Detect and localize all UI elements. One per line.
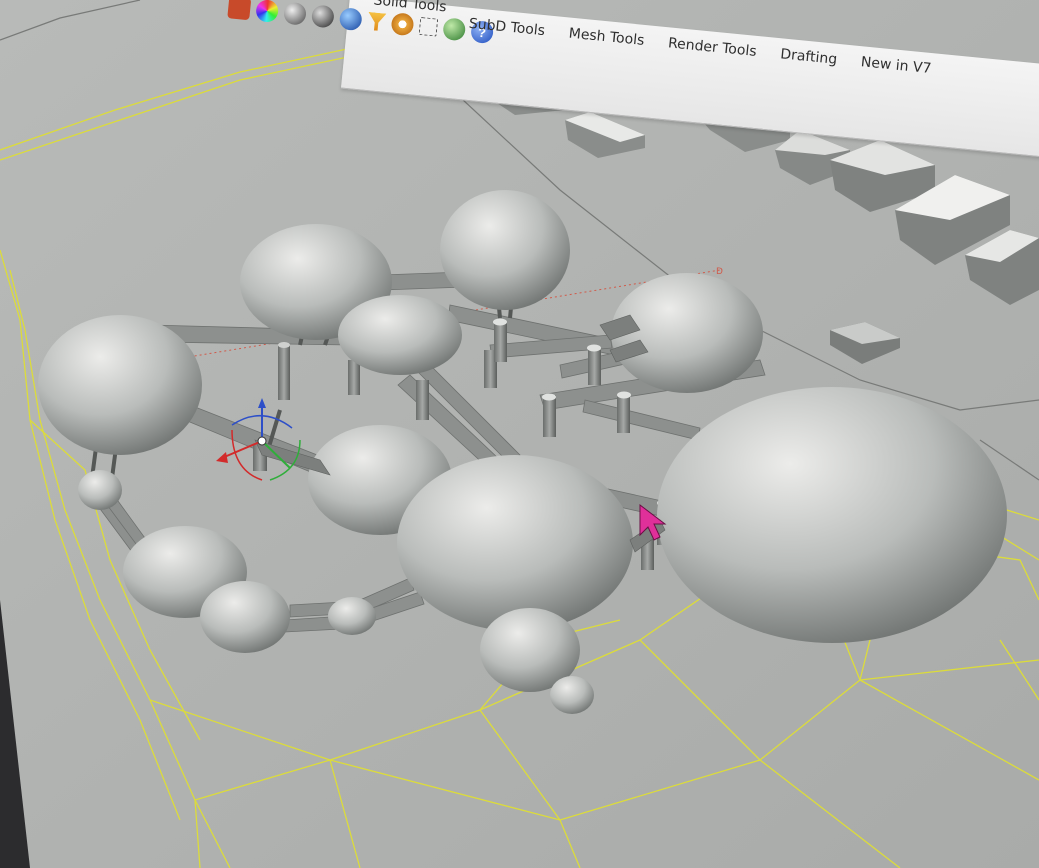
dome-11[interactable] (328, 597, 376, 635)
color-wheel-icon[interactable] (255, 0, 280, 24)
shade-sphere-icon[interactable] (282, 1, 308, 26)
dome-14[interactable] (550, 676, 594, 714)
dome-12[interactable] (78, 470, 122, 510)
dome-8[interactable] (397, 455, 633, 631)
dome-4[interactable] (338, 295, 462, 375)
dome-10[interactable] (200, 581, 290, 653)
tab-new-in-v7[interactable]: New in V7 (860, 54, 932, 77)
dome-7[interactable] (657, 387, 1007, 643)
tab-render-tools[interactable]: Render Tools (667, 35, 757, 60)
dome-3[interactable] (611, 273, 763, 393)
rhino-screen: D ? Solid Tools SubD Tools Mesh Tools Re… (0, 0, 1039, 868)
material-icon[interactable] (227, 0, 252, 21)
tab-mesh-tools[interactable]: Mesh Tools (568, 26, 645, 49)
tab-drafting[interactable]: Drafting (780, 46, 838, 67)
dome-2[interactable] (440, 190, 570, 310)
render-globe-icon[interactable] (442, 17, 467, 42)
render-sphere-icon[interactable] (338, 7, 363, 32)
dome-5[interactable] (38, 315, 202, 455)
construction-point-label: D (716, 267, 723, 277)
shade-sphere-dark-icon[interactable] (310, 4, 335, 29)
